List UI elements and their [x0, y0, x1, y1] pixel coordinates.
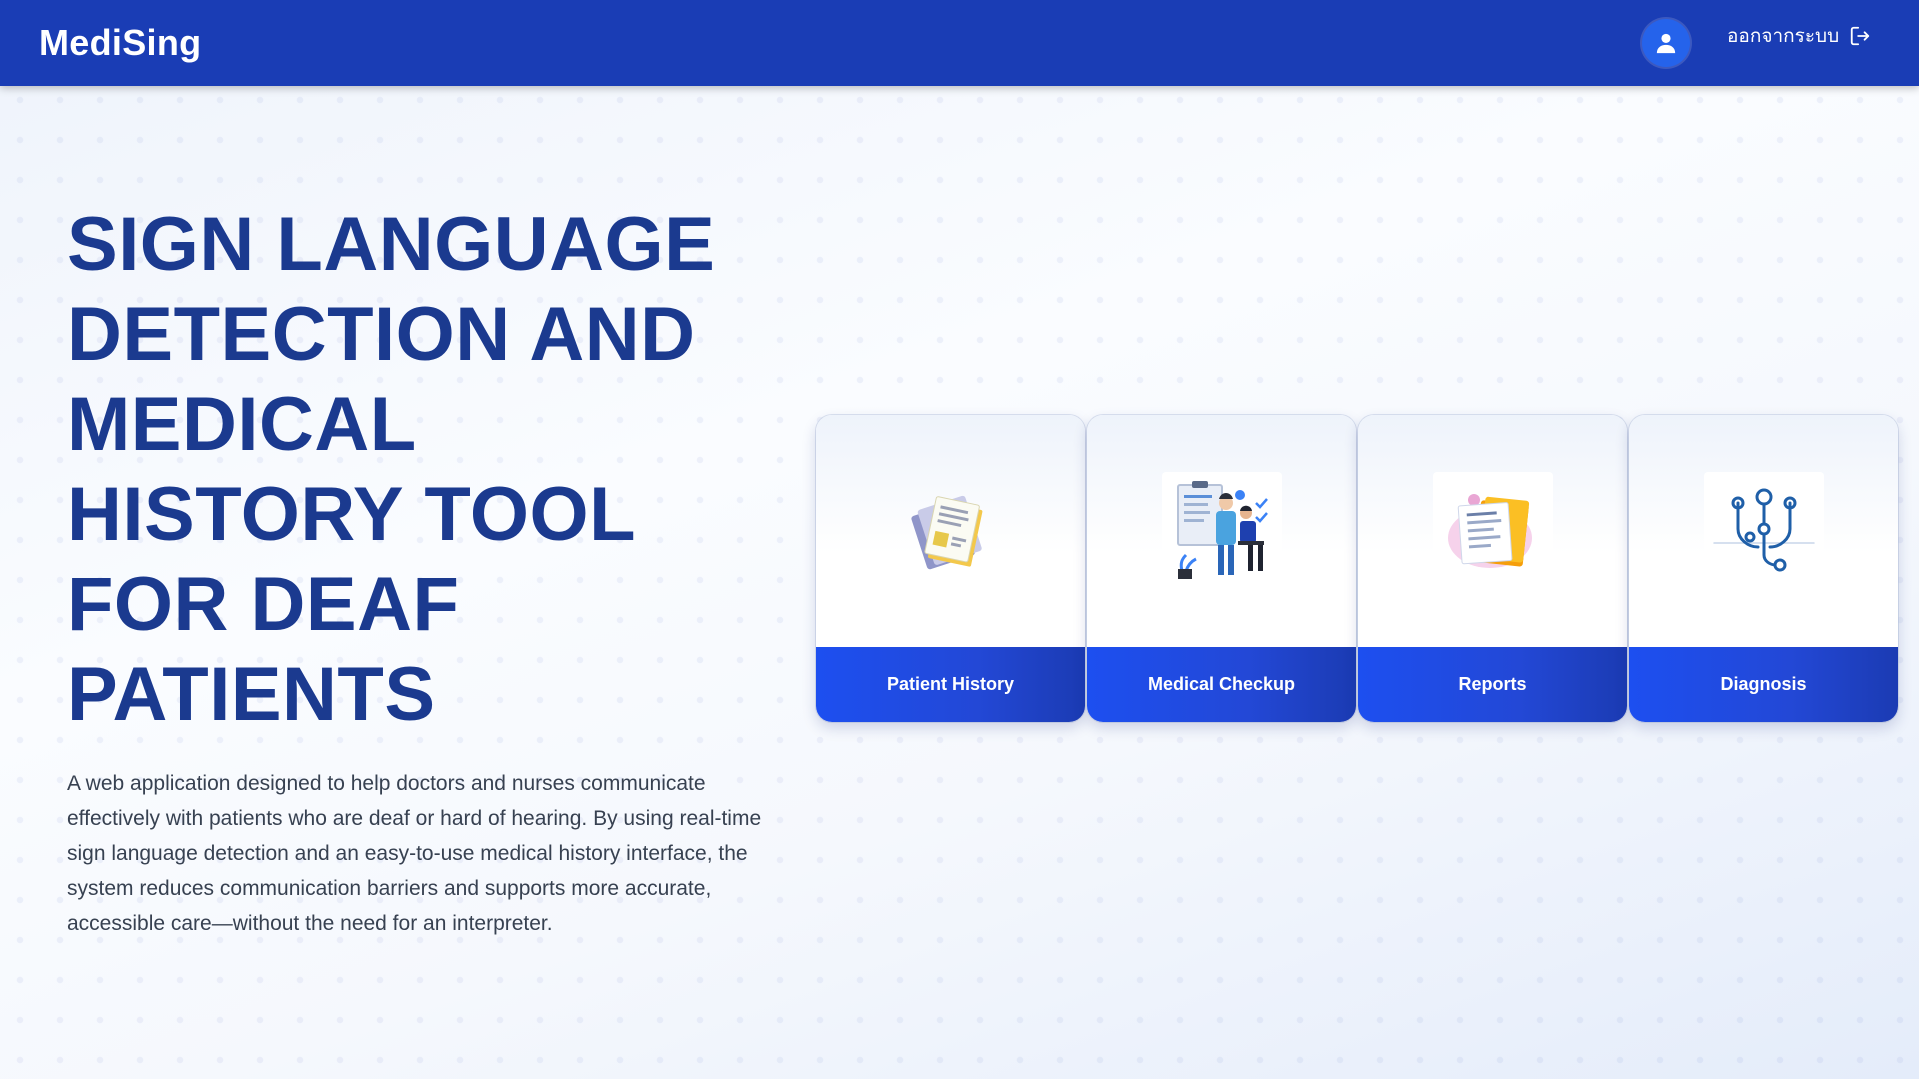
- card-patient-history[interactable]: Patient History: [816, 415, 1085, 722]
- card-label: Reports: [1358, 647, 1627, 722]
- navbar: MediSing ออกจากระบบ: [0, 0, 1919, 86]
- card-image: [1358, 415, 1627, 647]
- card-image: [1629, 415, 1898, 647]
- doctor-patient-icon: [1161, 472, 1282, 590]
- report-folder-icon: [1432, 472, 1553, 590]
- logout-label: ออกจากระบบ: [1727, 26, 1840, 47]
- feature-cards: Patient History Medical Checkup Reports …: [816, 415, 1898, 722]
- card-image: [816, 415, 1085, 647]
- brand-logo[interactable]: MediSing: [39, 22, 201, 64]
- hero-description: A web application designed to help docto…: [67, 772, 762, 935]
- hero-title: SIGN LANGUAGE DETECTION AND MEDICAL HIST…: [67, 202, 716, 737]
- card-image: [1087, 415, 1356, 647]
- card-reports[interactable]: Reports: [1358, 415, 1627, 722]
- card-label: Medical Checkup: [1087, 647, 1356, 722]
- card-label: Patient History: [816, 647, 1085, 722]
- card-medical-checkup[interactable]: Medical Checkup: [1087, 415, 1356, 722]
- card-diagnosis[interactable]: Diagnosis: [1629, 415, 1898, 722]
- user-avatar[interactable]: [1642, 19, 1690, 67]
- logout-button[interactable]: ออกจากระบบ: [1727, 22, 1871, 50]
- user-icon: [1656, 33, 1676, 54]
- logout-arrow-icon: [1851, 26, 1870, 46]
- documents-icon: [891, 472, 1011, 590]
- page: MediSing ออกจากระบบ SIGN LANGUAGE DETECT…: [0, 0, 1919, 1079]
- card-label: Diagnosis: [1629, 647, 1898, 722]
- stethoscope-icon: [1703, 472, 1824, 590]
